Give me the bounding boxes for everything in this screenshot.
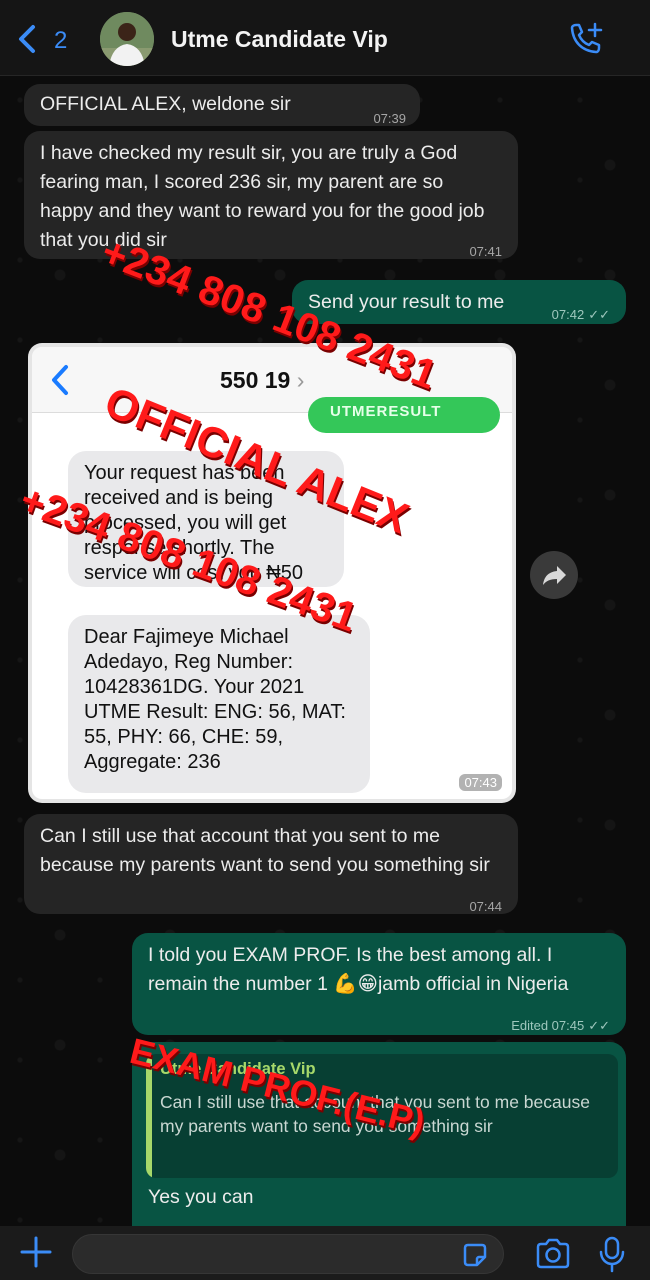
message-time: 07:43 <box>459 774 502 791</box>
message-text: I told you EXAM PROF. Is the best among … <box>148 944 569 995</box>
message-time: 07:41 <box>469 244 502 259</box>
message-time: 07:44 <box>469 899 502 914</box>
phone-add-icon <box>570 22 603 54</box>
camera-icon <box>536 1238 570 1269</box>
sms-sender-number: 550 19 <box>220 367 291 393</box>
chevron-left-icon <box>52 365 68 395</box>
incoming-message[interactable]: I have checked my result sir, you are tr… <box>24 131 518 259</box>
incoming-message[interactable]: Can I still use that account that you se… <box>24 814 518 914</box>
plus-icon <box>20 1236 52 1268</box>
chat-header: 2 Utme Candidate Vip <box>0 0 650 76</box>
read-ticks-icon: ✓✓ <box>588 1018 610 1033</box>
attach-button[interactable] <box>18 1234 54 1275</box>
mic-icon <box>599 1236 625 1273</box>
chevron-left-icon <box>19 25 35 53</box>
mic-button[interactable] <box>598 1236 626 1279</box>
read-ticks-icon: ✓✓ <box>588 307 610 322</box>
sticker-icon <box>463 1243 487 1267</box>
result-sms: Dear Fajimeye Michael Adedayo, Reg Numbe… <box>68 615 370 793</box>
message-time: 07:39 <box>373 111 406 126</box>
avatar[interactable] <box>100 12 154 66</box>
message-text: Can I still use that account that you se… <box>40 825 490 876</box>
message-input[interactable] <box>72 1234 504 1274</box>
sent-sms-bubble: UTMERESULT <box>308 397 500 433</box>
back-button[interactable]: 2 <box>16 20 80 60</box>
sms-text: Dear Fajimeye Michael Adedayo, Reg Numbe… <box>84 626 346 773</box>
share-icon <box>543 566 566 585</box>
sent-sms-text: UTMERESULT <box>330 403 442 420</box>
call-button[interactable] <box>566 22 606 63</box>
sms-sender: 550 19 › <box>220 367 304 394</box>
outgoing-message[interactable]: I told you EXAM PROF. Is the best among … <box>132 933 626 1035</box>
message-time-value: 07:42 <box>551 307 585 322</box>
message-text: Yes you can <box>148 1186 254 1208</box>
sticker-button[interactable] <box>460 1240 490 1275</box>
camera-button[interactable] <box>534 1238 572 1275</box>
message-text: OFFICIAL ALEX, weldone sir <box>40 93 291 115</box>
message-time: Edited 07:45 ✓✓ <box>511 1011 610 1040</box>
incoming-message[interactable]: OFFICIAL ALEX, weldone sir 07:39 <box>24 84 420 126</box>
message-time-value: Edited 07:45 <box>511 1018 585 1033</box>
share-button[interactable] <box>530 551 578 599</box>
message-time: 07:42 ✓✓ <box>552 300 610 329</box>
chevron-right-icon: › <box>290 367 305 393</box>
chat-title[interactable]: Utme Candidate Vip <box>171 26 388 53</box>
composer-bar <box>0 1226 650 1280</box>
unread-count: 2 <box>54 27 68 54</box>
